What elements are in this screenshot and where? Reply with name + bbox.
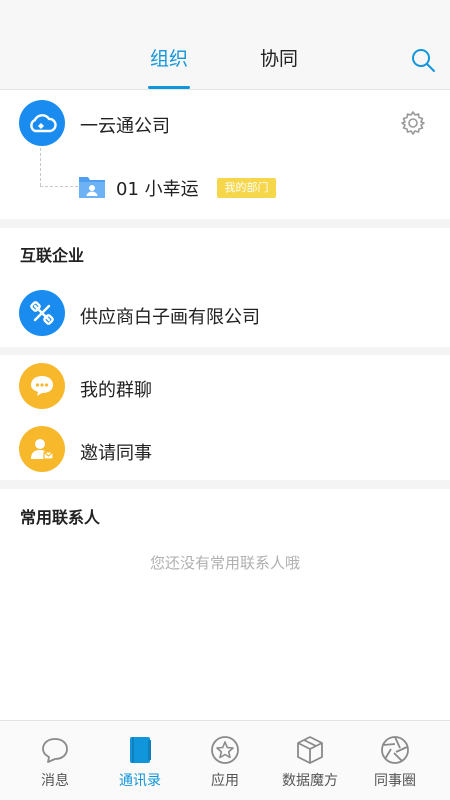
tab-collaboration[interactable]: 协同 bbox=[260, 44, 298, 71]
tab-messages-label: 消息 bbox=[41, 773, 69, 789]
active-tab-indicator bbox=[148, 86, 190, 89]
section-divider bbox=[0, 347, 450, 355]
message-icon bbox=[42, 738, 68, 763]
tab-colleague-circle[interactable]: 同事圈 bbox=[350, 721, 440, 800]
my-group-chats-row[interactable]: 我的群聊 bbox=[0, 358, 450, 416]
section-divider bbox=[0, 219, 450, 228]
tree-connector-vertical bbox=[40, 148, 41, 186]
tab-contacts[interactable]: 通讯录 bbox=[95, 721, 185, 800]
folder-user-icon bbox=[79, 177, 105, 198]
invite-colleagues-row[interactable]: 邀请同事 bbox=[0, 421, 450, 479]
my-group-chats-label: 我的群聊 bbox=[80, 380, 152, 401]
chat-bubble-icon bbox=[19, 363, 65, 409]
company-row[interactable]: 一云通公司 bbox=[0, 92, 450, 154]
tab-data-cube[interactable]: 数据魔方 bbox=[265, 721, 355, 800]
tree-connector-horizontal bbox=[40, 186, 78, 187]
gear-icon[interactable] bbox=[400, 110, 426, 136]
aperture-icon bbox=[381, 736, 409, 764]
search-icon[interactable] bbox=[410, 47, 436, 73]
tab-apps[interactable]: 应用 bbox=[180, 721, 270, 800]
interconnect-title: 互联企业 bbox=[20, 246, 85, 265]
tab-organization[interactable]: 组织 bbox=[150, 44, 188, 71]
link-chain-icon bbox=[19, 290, 65, 336]
star-icon bbox=[211, 736, 239, 764]
company-name: 一云通公司 bbox=[80, 116, 170, 137]
tab-data-cube-label: 数据魔方 bbox=[282, 773, 338, 789]
cube-icon bbox=[297, 736, 323, 764]
invite-colleagues-label: 邀请同事 bbox=[80, 443, 152, 464]
tab-messages[interactable]: 消息 bbox=[10, 721, 100, 800]
department-name[interactable]: 01 小幸运 bbox=[116, 175, 199, 201]
bottom-tab-bar: 消息 通讯录 应用 数据魔方 同事圈 bbox=[0, 720, 450, 800]
tab-colleague-circle-label: 同事圈 bbox=[374, 773, 416, 789]
tab-contacts-label: 通讯录 bbox=[119, 773, 161, 789]
empty-contacts-message: 您还没有常用联系人哦 bbox=[149, 554, 300, 572]
my-department-badge: 我的部门 bbox=[217, 178, 276, 198]
tab-apps-label: 应用 bbox=[211, 773, 239, 789]
invite-user-icon bbox=[19, 426, 65, 472]
contacts-book-icon bbox=[130, 737, 151, 763]
partner-company-row[interactable]: 供应商白子画有限公司 bbox=[0, 284, 450, 344]
top-header: 组织 协同 bbox=[0, 0, 450, 90]
company-cloud-icon bbox=[19, 100, 65, 146]
partner-company-name: 供应商白子画有限公司 bbox=[80, 307, 260, 328]
frequent-contacts-title: 常用联系人 bbox=[20, 508, 101, 527]
section-divider bbox=[0, 480, 450, 489]
